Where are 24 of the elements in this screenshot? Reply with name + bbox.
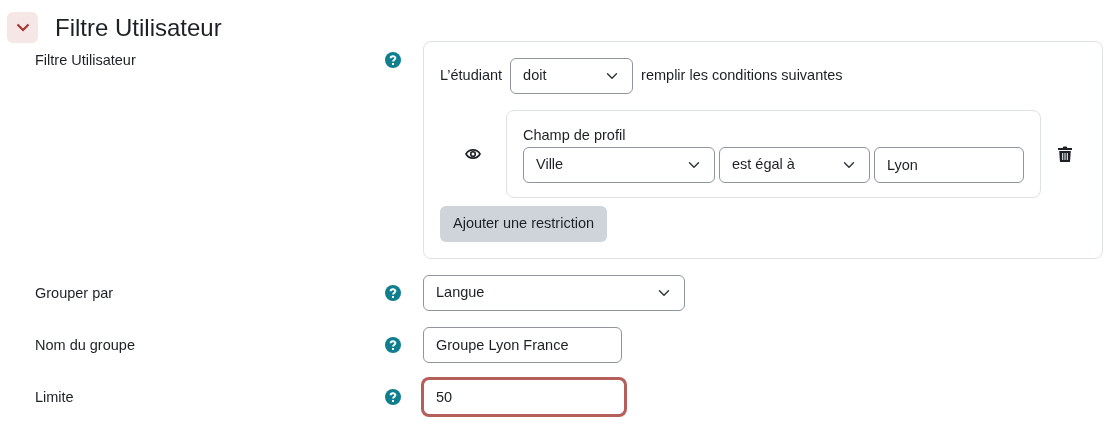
- add-restriction-button[interactable]: Ajouter une restriction: [440, 205, 608, 242]
- help-icon[interactable]: [385, 388, 401, 405]
- help-icon[interactable]: [385, 52, 401, 68]
- mode-select[interactable]: doit: [510, 58, 634, 94]
- help-icon[interactable]: [385, 336, 401, 353]
- profile-field-select[interactable]: Ville: [523, 146, 715, 183]
- text-input[interactable]: Groupe Lyon France: [423, 326, 622, 363]
- operator-select[interactable]: est égal à: [719, 146, 870, 183]
- field-label: Limite: [34, 387, 75, 407]
- chevron-down-icon: [15, 22, 30, 32]
- collapse-toggle[interactable]: [7, 11, 38, 43]
- value-input[interactable]: Lyon: [874, 146, 1024, 183]
- field-label: Nom du groupe: [34, 335, 136, 355]
- text-input[interactable]: 50: [423, 378, 625, 415]
- eye-icon[interactable]: [465, 147, 481, 160]
- suffix-text: remplir les conditions suivantes: [641, 66, 843, 86]
- field-label: Filtre Utilisateur: [34, 51, 137, 70]
- trash-icon[interactable]: [1058, 145, 1072, 162]
- condition-title: Champ de profil: [523, 126, 627, 145]
- field-label: Grouper par: [34, 283, 115, 303]
- help-icon[interactable]: [385, 284, 401, 301]
- group-by-select[interactable]: Langue: [423, 274, 685, 311]
- prefix-text: L’étudiant: [440, 66, 503, 86]
- section-title: Filtre Utilisateur: [55, 12, 222, 43]
